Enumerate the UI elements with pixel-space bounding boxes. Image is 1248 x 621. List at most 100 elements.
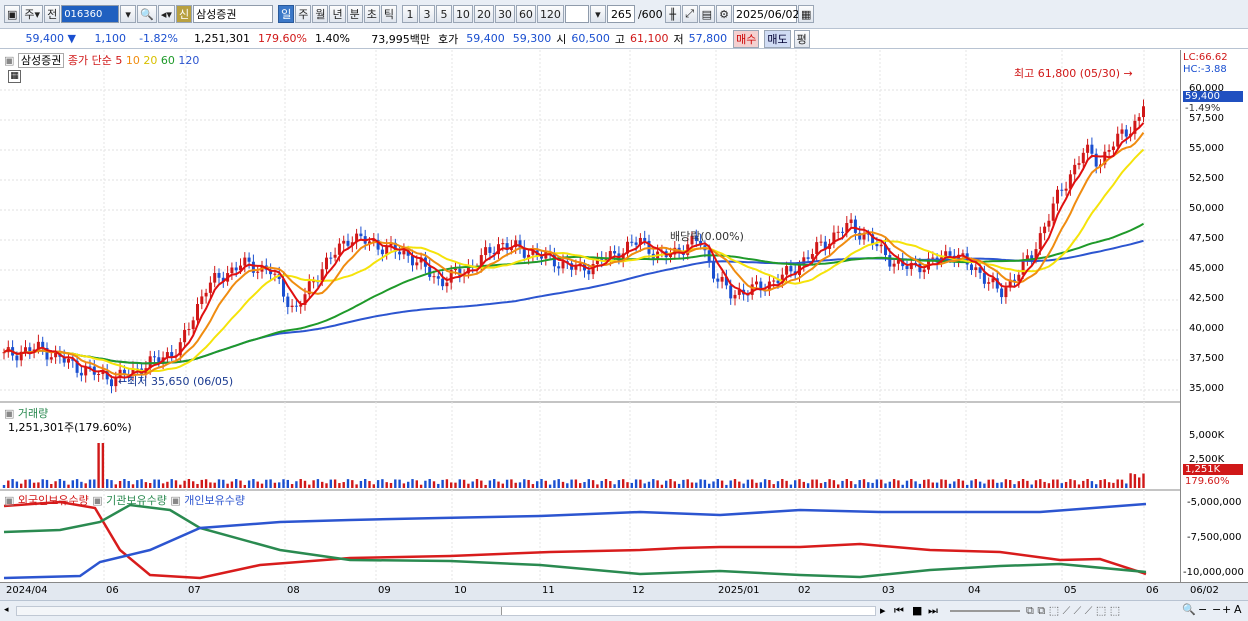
period-week[interactable]: 주 (295, 5, 312, 23)
avg-button[interactable]: 평 (793, 29, 810, 48)
calculator-icon[interactable]: ▦ (8, 70, 21, 83)
stock-code-input[interactable]: 016360 (61, 5, 120, 23)
volume-bar (609, 481, 612, 488)
scroll-right-icon[interactable]: ▸ (880, 604, 886, 617)
volume-bar (806, 483, 810, 488)
legend-stock-name[interactable]: 삼성증권 (17, 53, 65, 68)
window-icon[interactable]: ▣ (4, 5, 21, 23)
first-icon[interactable]: ⏮ (894, 604, 904, 618)
volume-bar (239, 480, 242, 488)
plus-icon[interactable]: + (1222, 603, 1231, 616)
candle-body (810, 254, 814, 259)
period-month[interactable]: 월 (312, 5, 329, 23)
last-icon[interactable]: ⏭ (928, 604, 938, 618)
interval-120[interactable]: 120 (536, 5, 564, 23)
volume-bar (527, 479, 530, 488)
volume-bar (548, 484, 552, 488)
candle-body (230, 267, 234, 274)
candle-body (398, 251, 402, 255)
volume-bar (643, 483, 646, 488)
volume-bar (673, 481, 676, 488)
count-input[interactable]: 265 (606, 5, 635, 23)
minus-icon[interactable]: − (1212, 603, 1221, 616)
speaker-icon[interactable]: ◂▾ (157, 5, 175, 23)
interval-1[interactable]: 1 (401, 5, 418, 23)
holding-tick-2: -7,500,000 (1187, 532, 1242, 543)
tool-icons[interactable]: ⧉ ⧉ ⬚ ⟋ ⟋ ⟋ ⬚ ⬚ (1026, 604, 1120, 618)
period-year[interactable]: 년 (329, 5, 346, 23)
stop-icon[interactable]: ■ (912, 604, 922, 617)
low-annotation: ←최저 35,650 (06/05) (118, 375, 234, 388)
prev-button[interactable]: 전 (44, 5, 61, 23)
horizontal-scrollbar[interactable] (16, 606, 876, 616)
candle-body (217, 272, 221, 278)
interval-3[interactable]: 3 (418, 5, 435, 23)
volume-bar (157, 479, 160, 488)
zoom-slider[interactable] (950, 610, 1020, 612)
volume-bar (170, 479, 173, 488)
candle-body (1073, 164, 1077, 175)
interval-input[interactable] (564, 5, 589, 23)
volume-bar (996, 482, 999, 488)
config-icon[interactable]: ▤ (698, 5, 716, 23)
volume-bar (772, 484, 775, 488)
holding-lines (3, 500, 1147, 580)
scroll-left-icon[interactable]: ◂ (4, 605, 9, 615)
price-tick: 52,500 (1189, 173, 1224, 184)
search-icon[interactable]: 🔍 (137, 5, 157, 23)
volume-bar (742, 483, 745, 488)
volume-current-marker: 1,251K (1183, 464, 1243, 475)
period-second[interactable]: 초 (363, 5, 380, 23)
candle-body (841, 231, 844, 233)
type-select[interactable]: 주 ▾ (21, 5, 44, 23)
interval-dropdown-icon[interactable]: ▾ (589, 5, 606, 23)
candle-icon[interactable]: ╫ (664, 5, 681, 23)
volume-bar (1043, 481, 1046, 488)
volume-bar (45, 479, 49, 488)
prev-label: 전 (47, 8, 58, 21)
volume-bar (342, 482, 345, 488)
interval-30-label: 30 (497, 7, 512, 21)
volume-bar (789, 484, 793, 488)
volume-bar (961, 480, 965, 488)
interval-30[interactable]: 30 (494, 5, 515, 23)
calendar-icon[interactable]: ▦ (798, 5, 815, 23)
date-input[interactable]: 2025/06/02 (733, 5, 799, 23)
candle-body (982, 272, 986, 284)
volume-bar (308, 484, 311, 488)
volume-bar (415, 480, 418, 488)
sell-button[interactable]: 매도 (764, 29, 791, 48)
interval-60[interactable]: 60 (515, 5, 536, 23)
buy-button[interactable]: 매수 (733, 29, 760, 48)
text-icon[interactable]: A (1234, 603, 1242, 616)
period-day[interactable]: 일 (278, 5, 295, 23)
volume-bar (213, 482, 216, 488)
gear-icon[interactable]: ⚙ (716, 5, 733, 23)
volume-value-label: 1,251,301주(179.60%) (8, 421, 132, 434)
hoga-label: 호가 (438, 32, 459, 46)
tools-icon[interactable]: ⤢ (681, 5, 698, 23)
interval-20[interactable]: 20 (473, 5, 494, 23)
candle-body (776, 280, 780, 284)
stock-chart[interactable] (0, 50, 1248, 600)
open-price: 60,500 (571, 32, 610, 45)
period-tick[interactable]: 틱 (380, 5, 397, 23)
interval-5[interactable]: 5 (435, 5, 452, 23)
period-minute[interactable]: 분 (346, 5, 363, 23)
interval-10[interactable]: 10 (452, 5, 473, 23)
price-tick: 55,000 (1189, 143, 1224, 154)
volume-bar (1073, 480, 1076, 488)
volume-bar (768, 479, 771, 488)
candle-body (153, 356, 156, 358)
volume-bar (802, 481, 805, 488)
stock-name-field[interactable]: 삼성증권 (193, 5, 274, 23)
volume-bar (1138, 477, 1141, 488)
volume-pct-marker: 179.60% (1185, 476, 1230, 487)
volume-bar (763, 479, 767, 488)
volume-bar (260, 483, 264, 488)
minus-icon[interactable]: − (1198, 603, 1207, 616)
volume-bar (1064, 481, 1068, 488)
zoom-out-icon[interactable]: 🔍 (1182, 603, 1196, 616)
scroll-thumb[interactable] (501, 607, 875, 615)
code-dropdown-icon[interactable]: ▾ (120, 5, 137, 23)
